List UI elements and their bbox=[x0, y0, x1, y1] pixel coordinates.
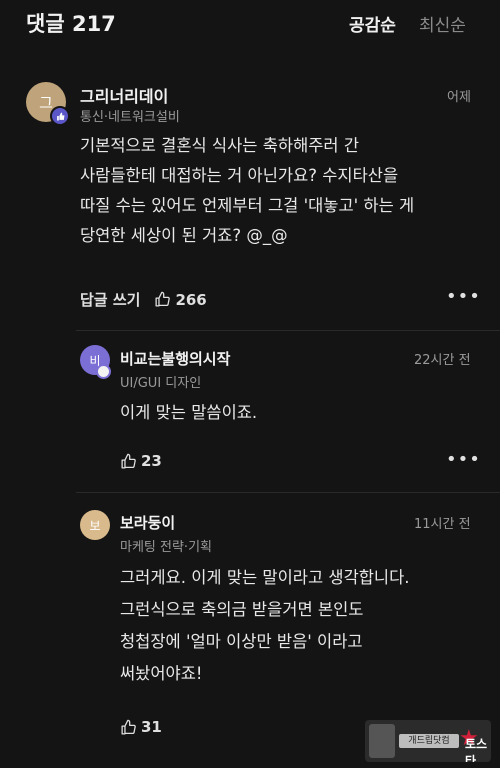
watermark-figure-icon bbox=[369, 724, 395, 758]
watermark-label: 개드립닷컴 bbox=[399, 734, 459, 748]
comment-body: 이게 맞는 말씀이죠. bbox=[120, 398, 257, 428]
comment-actions: 31 bbox=[120, 718, 162, 736]
comment-line: 그러게요. 이게 맞는 말이라고 생각합니다. bbox=[120, 568, 410, 587]
thumbs-up-icon bbox=[121, 719, 136, 735]
divider bbox=[76, 330, 500, 331]
commenter-job: 마케팅 전략·기획 bbox=[120, 540, 212, 555]
commenter-name[interactable]: 비교는불행의시작 bbox=[120, 348, 230, 369]
comment-body: 그러게요. 이게 맞는 말이라고 생각합니다. 그런식으로 축의금 받을거면 본… bbox=[120, 562, 410, 690]
comment-line: 기본적으로 결혼식 식사는 축하해주러 간 bbox=[80, 136, 360, 155]
comment-line: 이게 맞는 말씀이죠. bbox=[120, 403, 258, 422]
comment-time: 어제 bbox=[447, 90, 471, 105]
sort-popular-tab[interactable]: 공감순 bbox=[349, 11, 396, 36]
thumbs-up-icon bbox=[56, 112, 64, 120]
comments-header: 댓글 217 공감순 최신순 bbox=[0, 0, 500, 50]
thumbs-up-badge-icon bbox=[50, 106, 70, 126]
more-horizontal-icon[interactable]: ••• bbox=[446, 449, 481, 470]
comment-time: 22시간 전 bbox=[414, 353, 471, 368]
like-count: 31 bbox=[141, 718, 162, 736]
comment-actions: 답글 쓰기 266 bbox=[80, 289, 207, 310]
like-button[interactable]: 23 bbox=[120, 452, 162, 470]
comment-body: 기본적으로 결혼식 식사는 축하해주러 간 사람들한테 대접하는 거 아닌가요?… bbox=[80, 131, 414, 251]
comment-line: 그런식으로 축의금 받을거면 본인도 bbox=[120, 600, 364, 619]
level-badge-icon bbox=[96, 364, 111, 379]
like-count: 266 bbox=[175, 290, 207, 309]
reply-button[interactable]: 답글 쓰기 bbox=[80, 289, 140, 310]
comment-line: 따질 수는 있어도 언제부터 그걸 '대놓고' 하는 게 bbox=[80, 196, 415, 215]
divider bbox=[76, 492, 500, 493]
sort-latest-tab[interactable]: 최신순 bbox=[419, 11, 466, 36]
commenter-name[interactable]: 보라둥이 bbox=[120, 512, 175, 533]
comment-actions: 23 bbox=[120, 452, 162, 470]
comment-line: 당연한 세상이 된 거죠? @_@ bbox=[80, 226, 288, 245]
comment-line: 청첩장에 '얼마 이상만 받음' 이라고 bbox=[120, 632, 363, 651]
watermark-word: 토스타 bbox=[465, 737, 488, 762]
more-horizontal-icon[interactable]: ••• bbox=[446, 286, 481, 307]
like-button[interactable]: 31 bbox=[120, 718, 162, 736]
avatar-initial: 보 bbox=[89, 518, 101, 533]
commenter-job: 통신·네트워크설비 bbox=[80, 110, 180, 125]
site-watermark: 개드립닷컴 ★ 토스타 bbox=[365, 720, 491, 762]
avatar[interactable]: 보 bbox=[80, 510, 110, 540]
like-count: 23 bbox=[141, 452, 162, 470]
thumbs-up-icon bbox=[155, 291, 171, 307]
thumbs-up-icon bbox=[121, 453, 136, 469]
comment-line: 써놨어야죠! bbox=[120, 664, 203, 683]
comment-count-title: 댓글 217 bbox=[26, 12, 116, 36]
like-button[interactable]: 266 bbox=[154, 290, 207, 309]
comment-line: 사람들한테 대접하는 거 아닌가요? 수지타산을 bbox=[80, 166, 399, 185]
commenter-job: UI/GUI 디자인 bbox=[120, 376, 202, 391]
commenter-name[interactable]: 그리너리데이 bbox=[80, 83, 168, 107]
comment-time: 11시간 전 bbox=[414, 517, 471, 532]
